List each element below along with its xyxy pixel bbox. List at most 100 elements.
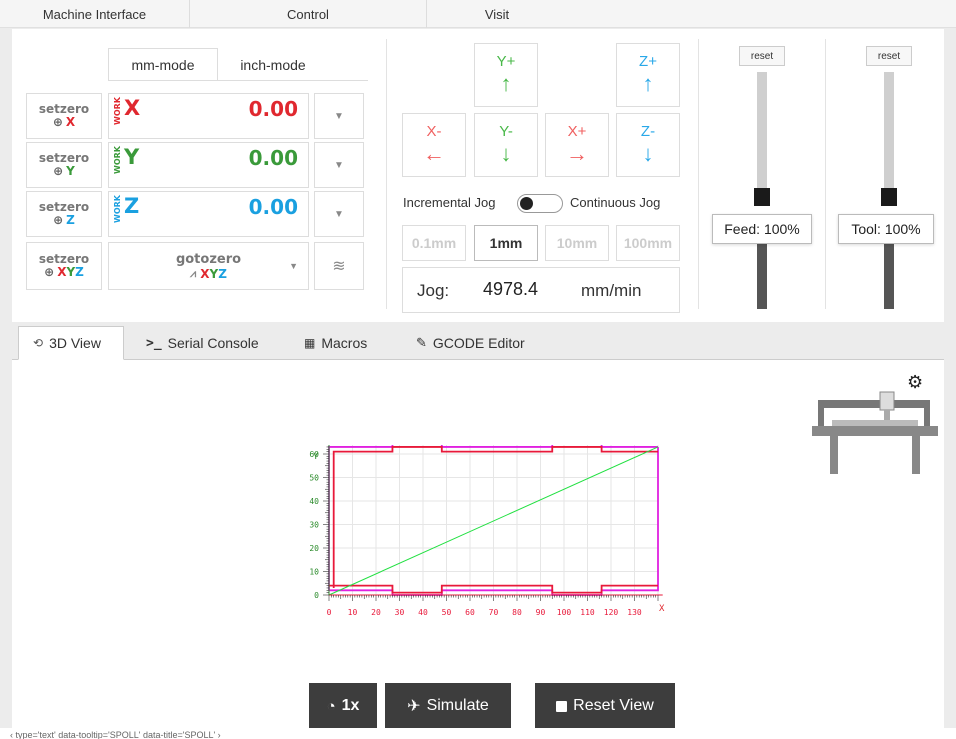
jog-z-minus-button[interactable]: Z- ↓ [616,113,680,177]
tab-3d-view[interactable]: ⟲ 3D View [18,326,124,360]
jog-y-minus-button[interactable]: Y- ↓ [474,113,538,177]
inch-mode-tab[interactable]: inch-mode [218,48,328,81]
x-tick-label: 30 [395,608,405,617]
jog-label: Y- [499,123,513,140]
tool-slider-track-fill [884,234,894,309]
mode-tab-divider [108,80,368,81]
axis-x-menu-button[interactable]: ▼ [314,93,364,139]
speed-button[interactable]: ◔ 1x [309,683,377,729]
caret-down-icon: ▼ [289,261,298,271]
layers-button[interactable]: ≋ [314,242,364,290]
caret-down-icon: ▼ [334,208,344,220]
square-icon [556,700,568,712]
caret-down-icon: ▼ [334,110,344,122]
rotate-3d-icon: ⟲ [33,336,44,350]
feed-reset-button[interactable]: reset [739,46,785,66]
setzero-y-button[interactable]: setzero ⊕ Y [26,142,102,188]
setzero-label: setzero [38,102,90,116]
setzero-xyz-button[interactable]: setzero ⊕ XYZ [26,242,102,290]
y-tick-label: 30 [309,521,319,530]
y-tick-label: 10 [309,568,319,577]
jog-x-minus-button[interactable]: X- ← [402,113,466,177]
x-tick-label: 90 [536,608,546,617]
y-axis-label: Y [313,452,319,462]
setzero-label: setzero [38,151,90,165]
tab-label: 3D View [49,335,101,351]
dro-axis-label: X [124,96,141,120]
work-badge: WORK [113,97,122,125]
setzero-label: setzero [38,200,90,214]
setzero-axis-label: Z [66,213,75,227]
simulate-label: Simulate [426,697,489,714]
machine-illustration-icon [812,391,938,474]
x-tick-label: 50 [442,608,452,617]
step-1mm-button[interactable]: 1mm [474,225,538,261]
section-divider [386,39,387,309]
simulate-button[interactable]: ✈ Simulate [385,683,511,729]
tab-macros[interactable]: ▦ Macros [290,326,381,360]
feed-slider-track-fill [757,234,767,309]
y-tick-label: 40 [309,497,319,506]
step-100mm-button[interactable]: 100mm [616,225,680,261]
tab-machine-interface[interactable]: Machine Interface [0,0,190,28]
step-10mm-button[interactable]: 10mm [545,225,609,261]
tab-serial-console[interactable]: >_ Serial Console [132,326,273,360]
mm-mode-tab[interactable]: mm-mode [108,48,218,81]
speedometer-icon: ◔ [326,697,336,715]
incremental-jog-label: Incremental Jog [403,195,496,210]
x-tick-label: 20 [371,608,381,617]
work-badge: WORK [113,195,122,223]
jog-label: X- [426,123,442,140]
step-0-1mm-button[interactable]: 0.1mm [402,225,466,261]
x-tick-label: 70 [489,608,499,617]
crosshair-icon: ⊕ [53,213,64,227]
reset-view-button[interactable]: Reset View [535,683,675,729]
feed-override-label: Feed: 100% [712,214,812,244]
speed-label: 1x [341,697,360,714]
x-tick-label: 60 [465,608,475,617]
x-tick-label: 110 [580,608,595,617]
setzero-z-button[interactable]: setzero ⊕ Z [26,191,102,237]
plot-axes: 0 10 20 30 40 50 60 70 80 90 100 110 120 130605040302… [309,445,663,617]
tool-slider-thumb[interactable] [881,188,897,206]
feed-slider-thumb[interactable] [754,188,770,206]
jog-mode-toggle[interactable] [517,194,563,213]
toolpath-top-red [332,446,658,588]
setzero-x-button[interactable]: setzero ⊕ X [26,93,102,139]
setzero-axis-label: Y [66,164,75,178]
tab-gcode-editor[interactable]: ✎ GCODE Editor [402,326,539,360]
tool-reset-button[interactable]: reset [866,46,912,66]
jog-rate-input[interactable]: 4978.4 [483,279,538,300]
jog-rate-field: Jog: 4978.4 mm/min [402,267,680,313]
tab-control[interactable]: Control [190,0,427,28]
3d-viewer[interactable]: ⚙ 0 10 20 30 40 50 60 70 80 90 100 110 120 130 60 50 40 3… [12,360,944,729]
terminal-icon: >_ [146,335,162,351]
x-tick-label: 80 [512,608,522,617]
tool-slider-track [884,72,894,190]
setzero-axis-label: X [65,115,76,129]
gotozero-button[interactable]: gotozero ⩘ XYZ ▼ [108,242,309,290]
jog-label: Z- [640,123,656,140]
jog-x-plus-button[interactable]: X+ → [545,113,609,177]
dro-value: 0.00 [248,146,298,170]
axis-y-menu-button[interactable]: ▼ [314,142,364,188]
arrow-right-icon: → [566,141,588,166]
plane-icon: ✈ [407,698,421,715]
arrow-up-icon: ↑ [642,71,654,96]
axis-z-menu-button[interactable]: ▼ [314,191,364,237]
crosshair-icon: ⊕ [44,265,55,279]
work-badge: WORK [113,146,122,174]
tab-visit[interactable]: Visit [427,0,567,28]
dro-y: WORK Y 0.00 [108,142,309,188]
jog-y-plus-button[interactable]: Y+ ↑ [474,43,538,107]
reset-view-label: Reset View [573,697,654,714]
grid-icon: ▦ [304,336,316,350]
setzero-axis-label: XYZ [57,265,84,279]
x-tick-label: 120 [604,608,619,617]
jog-label: Z+ [639,53,657,70]
control-panel: mm-mode inch-mode setzero ⊕ X WORK X 0.00… [12,29,944,322]
arrow-left-icon: ← [423,141,445,166]
jog-z-plus-button[interactable]: Z+ ↑ [616,43,680,107]
y-tick-label: 50 [309,474,319,483]
y-tick-label: 0 [314,591,319,600]
